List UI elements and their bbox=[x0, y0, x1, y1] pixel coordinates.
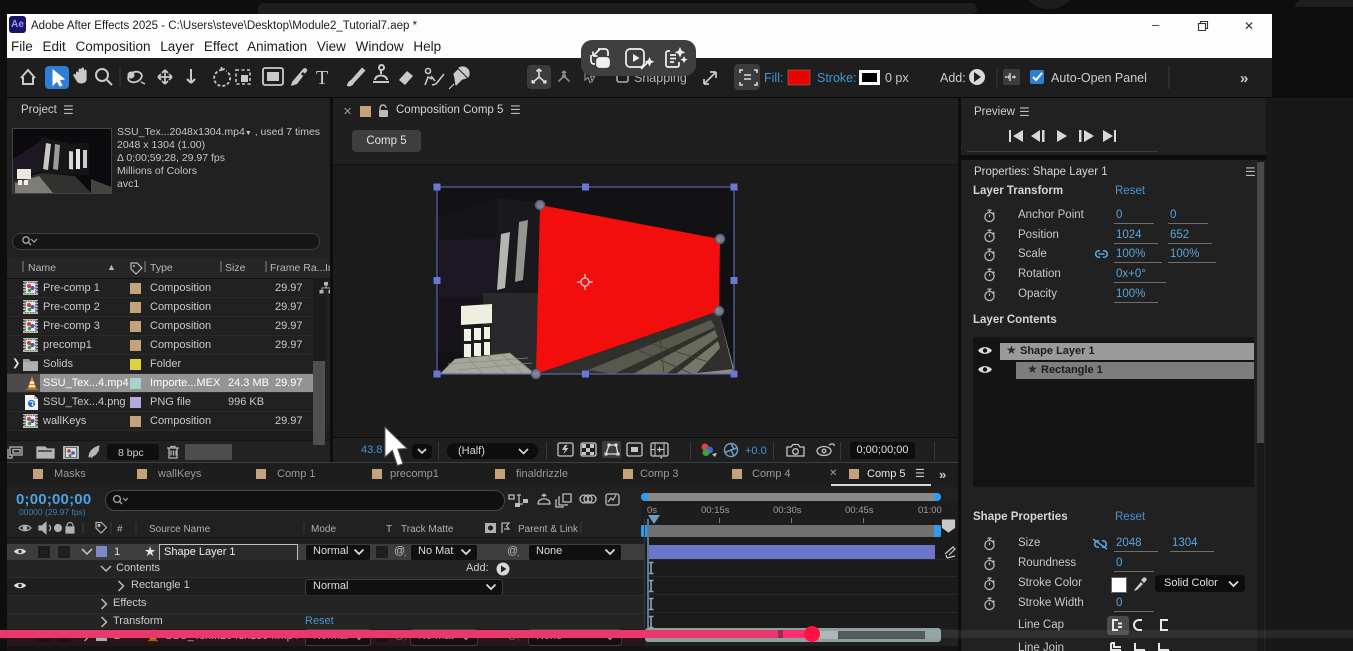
svg-text:Source Name: Source Name bbox=[149, 524, 211, 535]
svg-text:0 px: 0 px bbox=[885, 71, 909, 85]
svg-text:Parent & Link: Parent & Link bbox=[518, 524, 579, 535]
svg-text:Add:: Add: bbox=[940, 71, 966, 85]
svg-text:Track Matte: Track Matte bbox=[401, 524, 454, 535]
svg-text:»: » bbox=[1240, 70, 1248, 87]
svg-text:T: T bbox=[316, 67, 328, 89]
svg-text:Auto-Open Panel: Auto-Open Panel bbox=[1051, 71, 1147, 85]
svg-text:#: # bbox=[117, 524, 123, 535]
svg-text:T: T bbox=[386, 524, 392, 535]
svg-text:8 bpc: 8 bpc bbox=[118, 447, 144, 459]
svg-text:+0.0: +0.0 bbox=[745, 445, 767, 457]
svg-text:Mode: Mode bbox=[311, 524, 336, 535]
svg-text:Stroke:: Stroke: bbox=[817, 71, 857, 85]
svg-text:Fill:: Fill: bbox=[764, 71, 783, 85]
